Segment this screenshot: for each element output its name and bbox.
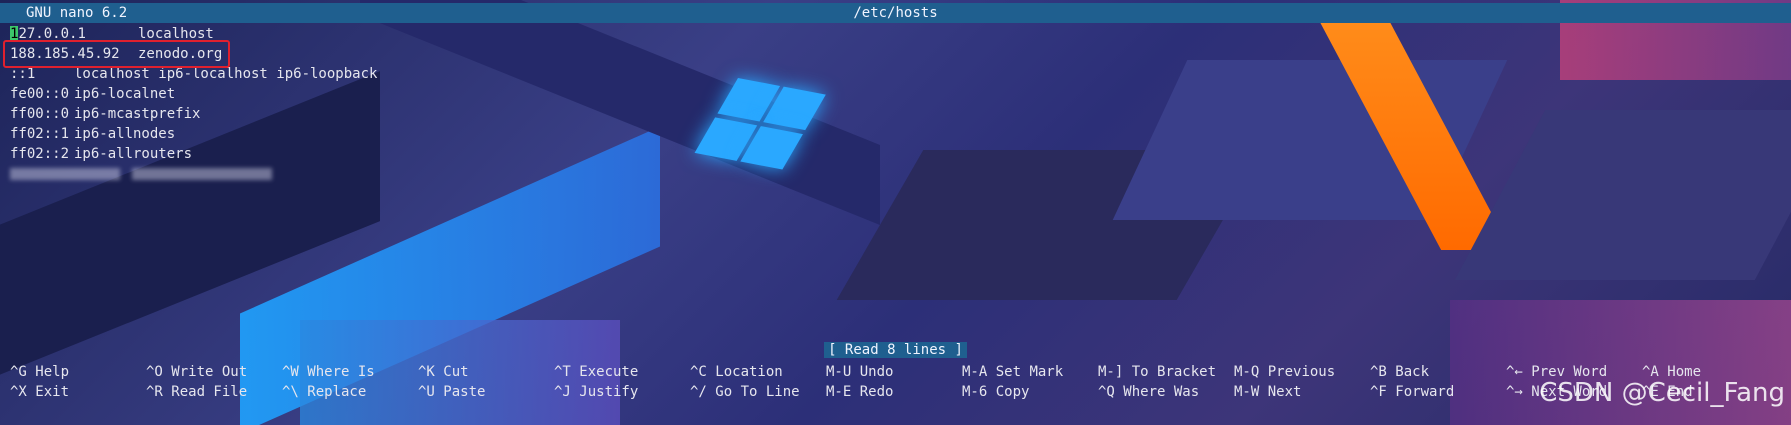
shortcut-label: Paste [434, 384, 486, 400]
editor-line[interactable]: ff02::1 ip6-allnodes [10, 124, 175, 144]
shortcut-label: Undo [851, 364, 894, 380]
shortcut-label: Where Is [298, 364, 375, 380]
shortcut-label: Execute [570, 364, 639, 380]
shortcut-key: M-Q [1234, 364, 1260, 380]
shortcut-key: ^← [1506, 364, 1523, 380]
shortcut-label: Replace [298, 384, 367, 400]
editor-line-redacted[interactable] [10, 164, 272, 184]
editor-line[interactable]: ff00::0 ip6-mcastprefix [10, 104, 200, 124]
editor-line[interactable]: fe00::0 ip6-localnet [10, 84, 175, 104]
shortcut-item: M-6 Copy [962, 382, 1029, 402]
shortcut-label: Go To Line [706, 384, 800, 400]
shortcut-key: ^J [554, 384, 571, 400]
shortcut-label: Cut [434, 364, 469, 380]
shortcut-item: M-Q Previous [1234, 362, 1335, 382]
shortcut-item: ^B Back [1370, 362, 1429, 382]
shortcut-key: M-6 [962, 384, 988, 400]
shortcut-item: ^C Location [690, 362, 783, 382]
shortcut-key: ^F [1370, 384, 1387, 400]
shortcut-key: ^G [10, 364, 27, 380]
shortcut-label: Next [1259, 384, 1302, 400]
status-bar: [ Read 8 lines ] [0, 342, 1791, 358]
shortcut-item: ^Q Where Was [1098, 382, 1199, 402]
shortcut-key: ^Q [1098, 384, 1115, 400]
shortcut-key: ^C [690, 364, 707, 380]
file-name: /etc/hosts [853, 5, 938, 21]
shortcut-item: ^O Write Out [146, 362, 247, 382]
shortcut-item: ^U Paste [418, 382, 485, 402]
shortcut-item: M-] To Bracket [1098, 362, 1216, 382]
shortcut-key: ^X [10, 384, 27, 400]
shortcut-item: ^J Justify [554, 382, 638, 402]
line-host: ip6-localnet [74, 86, 176, 102]
shortcut-label: Location [706, 364, 783, 380]
shortcut-item: ^K Cut [418, 362, 469, 382]
shortcut-item: M-W Next [1234, 382, 1301, 402]
shortcut-key: ^U [418, 384, 435, 400]
shortcut-item: ^\ Replace [282, 382, 366, 402]
redacted-text [132, 168, 272, 180]
status-message: [ Read 8 lines ] [824, 342, 967, 358]
shortcut-key: ^B [1370, 364, 1387, 380]
shortcut-label: Justify [570, 384, 639, 400]
shortcut-label: Forward [1386, 384, 1455, 400]
shortcut-key: M-W [1234, 384, 1260, 400]
shortcut-label: Exit [26, 384, 70, 400]
shortcut-item: ^R Read File [146, 382, 247, 402]
line-address: ff02::1 [10, 126, 70, 142]
watermark: CSDN @Cecil_Fang [1539, 378, 1785, 408]
line-host: ip6-mcastprefix [74, 106, 201, 122]
shortcut-key: M-] [1098, 364, 1124, 380]
shortcut-label: Redo [851, 384, 894, 400]
shortcut-key: ^\ [282, 384, 299, 400]
shortcut-key: ^→ [1506, 384, 1523, 400]
shortcut-label: Set Mark [987, 364, 1064, 380]
shortcut-item: ^X Exit [10, 382, 69, 402]
shortcut-key: ^T [554, 364, 571, 380]
shortcut-key: ^W [282, 364, 299, 380]
shortcut-label: Write Out [162, 364, 248, 380]
nano-title-bar: GNU nano 6.2 /etc/hosts [0, 3, 1791, 23]
shortcut-item: M-U Undo [826, 362, 893, 382]
shortcut-label: Help [26, 364, 70, 380]
shortcut-label: Back [1386, 364, 1430, 380]
shortcut-key: M-U [826, 364, 852, 380]
shortcut-key: M-A [962, 364, 988, 380]
shortcut-item: ^W Where Is [282, 362, 375, 382]
shortcut-key: ^O [146, 364, 163, 380]
line-address: ff02::2 [10, 146, 70, 162]
shortcut-item: ^F Forward [1370, 382, 1454, 402]
line-host: ip6-allrouters [74, 146, 193, 162]
line-host: ip6-allnodes [74, 126, 176, 142]
shortcut-item: M-A Set Mark [962, 362, 1063, 382]
shortcut-key: M-E [826, 384, 852, 400]
shortcut-item: M-E Redo [826, 382, 893, 402]
redacted-text [10, 168, 120, 180]
line-address: ff00::0 [10, 106, 70, 122]
shortcut-item: ^G Help [10, 362, 69, 382]
shortcut-label: Where Was [1114, 384, 1200, 400]
line-address: fe00::0 [10, 86, 70, 102]
shortcut-label: Copy [987, 384, 1030, 400]
shortcut-item: ^T Execute [554, 362, 638, 382]
shortcut-label: To Bracket [1123, 364, 1217, 380]
shortcut-label: Previous [1259, 364, 1336, 380]
shortcut-key: ^R [146, 384, 163, 400]
line-address: ::1 [10, 66, 36, 82]
shortcut-key: ^/ [690, 384, 707, 400]
shortcut-item: ^/ Go To Line [690, 382, 800, 402]
highlight-box [3, 40, 230, 68]
shortcut-key: ^K [418, 364, 435, 380]
shortcut-label: Read File [162, 384, 248, 400]
editor-line[interactable]: ff02::2 ip6-allrouters [10, 144, 192, 164]
